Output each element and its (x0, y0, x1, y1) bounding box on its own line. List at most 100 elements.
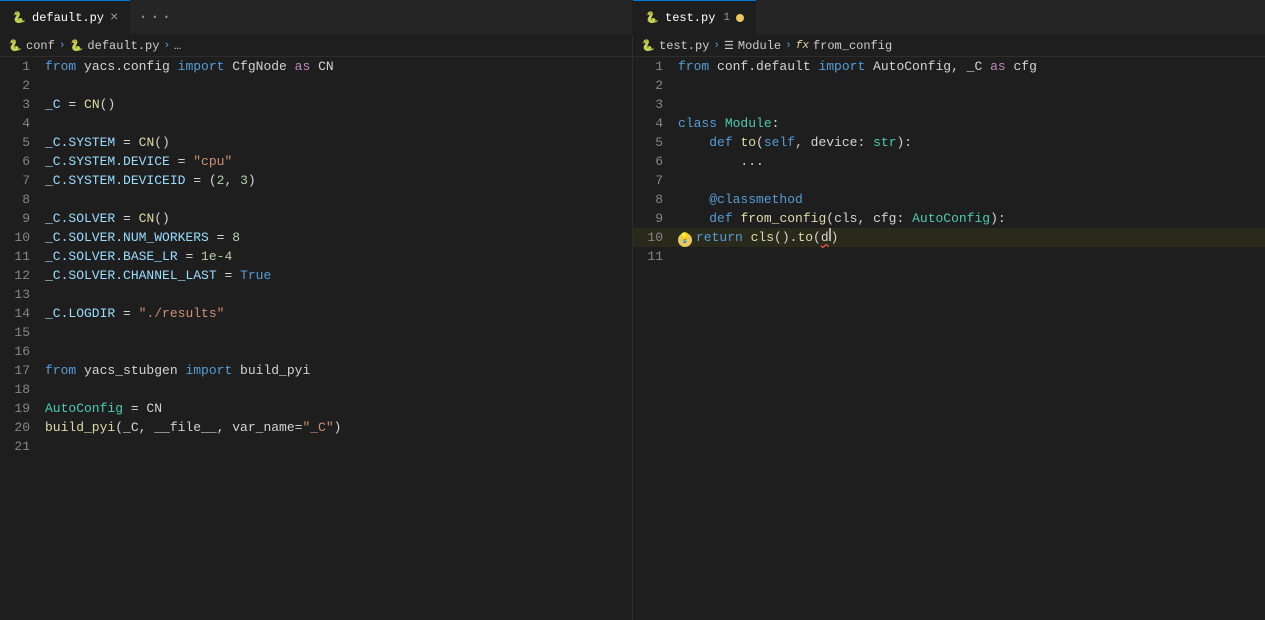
python-icon-right: 🐍 (645, 11, 659, 25)
left-editor-panel[interactable]: 1 from yacs.config import CfgNode as CN … (0, 57, 632, 620)
right-editor-panel[interactable]: 1 from conf.default import AutoConfig, _… (632, 57, 1265, 620)
right-tab-bar: 🐍 test.py 1 (632, 0, 1265, 35)
python-icon-breadcrumb-left: 🐍 (8, 39, 22, 53)
r-line-num-3: 3 (633, 95, 673, 114)
modified-dot (736, 14, 744, 22)
table-row: 5 def to(self, device: str): (633, 133, 1265, 152)
line-content-13 (40, 285, 632, 304)
breadcrumb-test-py[interactable]: test.py (659, 39, 709, 53)
r-line-content-5: def to(self, device: str): (673, 133, 1265, 152)
breadcrumb-conf[interactable]: conf (26, 39, 55, 53)
line-content-7: _C.SYSTEM.DEVICEID = (2, 3) (40, 171, 632, 190)
line-content-15 (40, 323, 632, 342)
left-tab-more[interactable]: ··· (130, 0, 181, 34)
breadcrumb-sep2: › (163, 40, 170, 52)
line-content-5: _C.SYSTEM = CN() (40, 133, 632, 152)
r-line-content-1: from conf.default import AutoConfig, _C … (673, 57, 1265, 76)
r-line-num-4: 4 (633, 114, 673, 133)
r-line-num-5: 5 (633, 133, 673, 152)
r-line-num-1: 1 (633, 57, 673, 76)
breadcrumb-from-config[interactable]: from_config (813, 39, 892, 53)
line-num-7: 7 (0, 171, 40, 190)
table-row: 14 _C.LOGDIR = "./results" (0, 304, 632, 323)
breadcrumb-ellipsis[interactable]: … (174, 39, 181, 53)
table-row: 7 (633, 171, 1265, 190)
line-num-2: 2 (0, 76, 40, 95)
left-tab-label: default.py (32, 11, 104, 25)
line-content-21 (40, 437, 632, 456)
table-row: 8 @classmethod (633, 190, 1265, 209)
right-tab-number: 1 (723, 12, 730, 24)
line-content-12: _C.SOLVER.CHANNEL_LAST = True (40, 266, 632, 285)
left-tab-bar: 🐍 default.py × ··· (0, 0, 632, 35)
table-row: 1 from conf.default import AutoConfig, _… (633, 57, 1265, 76)
line-num-10: 10 (0, 228, 40, 247)
right-tab-label: test.py (665, 11, 715, 25)
table-row: 8 (0, 190, 632, 209)
line-num-20: 20 (0, 418, 40, 437)
line-num-3: 3 (0, 95, 40, 114)
line-num-21: 21 (0, 437, 40, 456)
table-row: 18 (0, 380, 632, 399)
r-line-content-11 (673, 247, 1265, 266)
tab-default-py[interactable]: 🐍 default.py × (0, 0, 130, 35)
module-icon: ☰ (724, 39, 734, 53)
table-row: 17 from yacs_stubgen import build_pyi (0, 361, 632, 380)
line-content-18 (40, 380, 632, 399)
r-line-content-10: 💡 return cls().to(d) (673, 228, 1265, 247)
r-line-content-9: def from_config(cls, cfg: AutoConfig): (673, 209, 1265, 228)
line-num-1: 1 (0, 57, 40, 76)
line-num-18: 18 (0, 380, 40, 399)
table-row: 2 (0, 76, 632, 95)
breadcrumb-module[interactable]: Module (738, 39, 781, 53)
r-line-num-7: 7 (633, 171, 673, 190)
editors-row: 1 from yacs.config import CfgNode as CN … (0, 57, 1265, 620)
line-content-19: AutoConfig = CN (40, 399, 632, 418)
r-line-content-2 (673, 76, 1265, 95)
line-num-19: 19 (0, 399, 40, 418)
line-num-16: 16 (0, 342, 40, 361)
table-row: 3 (633, 95, 1265, 114)
table-row: 19 AutoConfig = CN (0, 399, 632, 418)
line-content-6: _C.SYSTEM.DEVICE = "cpu" (40, 152, 632, 171)
table-row: 6 ... (633, 152, 1265, 171)
left-code-area: 1 from yacs.config import CfgNode as CN … (0, 57, 632, 620)
python-icon-left: 🐍 (12, 11, 26, 25)
line-content-8 (40, 190, 632, 209)
line-num-14: 14 (0, 304, 40, 323)
python-icon-breadcrumb-right: 🐍 (641, 39, 655, 53)
r-line-num-6: 6 (633, 152, 673, 171)
table-row: 10 💡 return cls().to(d) (633, 228, 1265, 247)
table-row: 11 _C.SOLVER.BASE_LR = 1e-4 (0, 247, 632, 266)
breadcrumb-default-py[interactable]: default.py (87, 39, 159, 53)
table-row: 4 class Module: (633, 114, 1265, 133)
editor-container: 🐍 default.py × ··· 🐍 test.py 1 🐍 conf › … (0, 0, 1265, 620)
table-row: 15 (0, 323, 632, 342)
line-content-1: from yacs.config import CfgNode as CN (40, 57, 632, 76)
table-row: 20 build_pyi(_C, __file__, var_name="_C"… (0, 418, 632, 437)
table-row: 2 (633, 76, 1265, 95)
breadcrumb-sep3: › (713, 40, 720, 52)
line-num-9: 9 (0, 209, 40, 228)
line-content-11: _C.SOLVER.BASE_LR = 1e-4 (40, 247, 632, 266)
tab-test-py[interactable]: 🐍 test.py 1 (633, 0, 756, 35)
r-line-num-8: 8 (633, 190, 673, 209)
line-num-12: 12 (0, 266, 40, 285)
line-content-20: build_pyi(_C, __file__, var_name="_C") (40, 418, 632, 437)
table-row: 12 _C.SOLVER.CHANNEL_LAST = True (0, 266, 632, 285)
table-row: 7 _C.SYSTEM.DEVICEID = (2, 3) (0, 171, 632, 190)
r-line-num-9: 9 (633, 209, 673, 228)
left-tab-close[interactable]: × (110, 11, 118, 25)
bulb-icon[interactable]: 💡 (678, 233, 692, 247)
line-content-10: _C.SOLVER.NUM_WORKERS = 8 (40, 228, 632, 247)
table-row: 9 def from_config(cls, cfg: AutoConfig): (633, 209, 1265, 228)
line-content-14: _C.LOGDIR = "./results" (40, 304, 632, 323)
r-line-content-7 (673, 171, 1265, 190)
python-icon-breadcrumb-left2: 🐍 (69, 39, 83, 53)
right-code-area: 1 from conf.default import AutoConfig, _… (633, 57, 1265, 620)
line-content-16 (40, 342, 632, 361)
breadcrumb-sep1: › (59, 40, 66, 52)
table-row: 11 (633, 247, 1265, 266)
r-line-num-11: 11 (633, 247, 673, 266)
table-row: 4 (0, 114, 632, 133)
